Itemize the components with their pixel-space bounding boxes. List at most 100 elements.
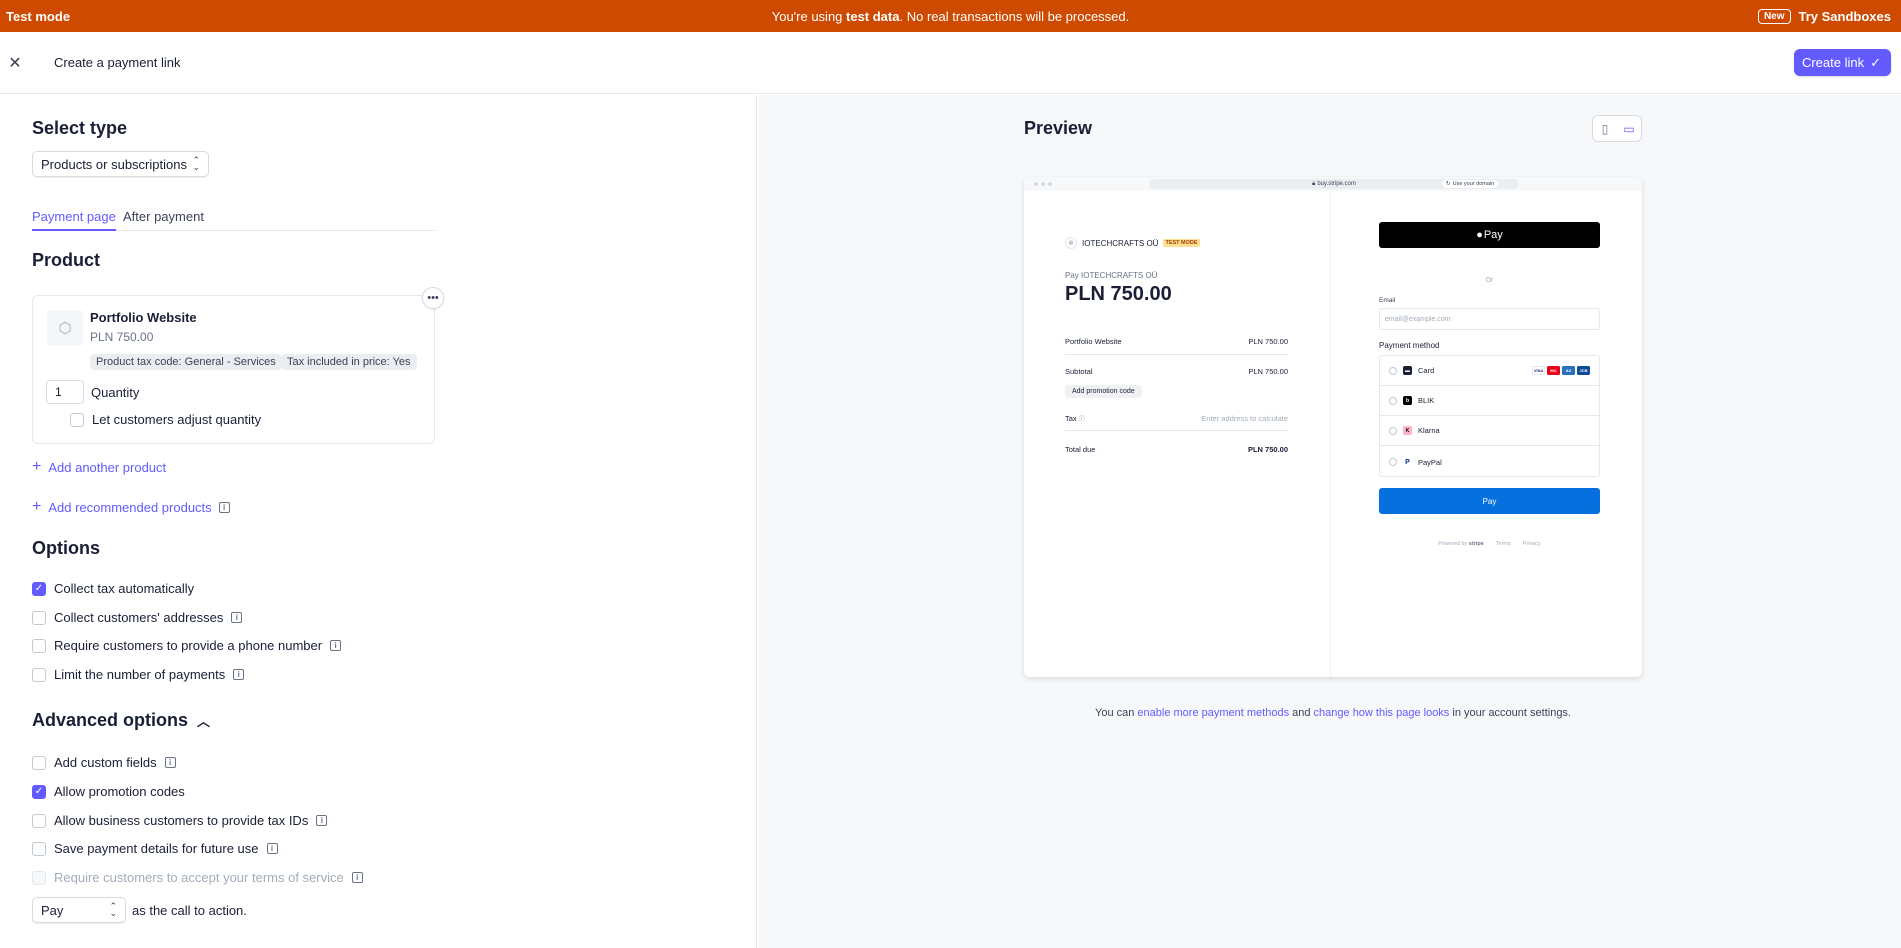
add-promotion-code-button[interactable]: Add promotion code — [1065, 385, 1142, 398]
option-custom-fields: Add custom fields i — [32, 755, 176, 770]
subtotal-value: PLN 750.00 — [1248, 367, 1288, 376]
payment-method-paypal[interactable]: P PayPal — [1380, 447, 1599, 477]
tab-after-payment[interactable]: After payment — [123, 209, 204, 229]
terms-link[interactable]: Terms — [1496, 541, 1511, 547]
subtotal-row: Subtotal PLN 750.00 — [1065, 367, 1288, 376]
new-badge: New — [1757, 8, 1791, 24]
limit-payments-checkbox[interactable] — [32, 667, 46, 682]
tab-payment-page[interactable]: Payment page — [32, 209, 116, 231]
settings-note: You can enable more payment methods and … — [1024, 707, 1642, 719]
checkout-payment: ● Pay Or Email email@example.com Payment… — [1332, 191, 1642, 677]
payment-method-blik[interactable]: b BLIK — [1380, 386, 1599, 416]
create-link-button[interactable]: Create link ✓ — [1793, 49, 1891, 76]
save-payment-details-checkbox[interactable] — [32, 841, 46, 856]
quantity-label: Quantity — [91, 385, 140, 400]
info-icon[interactable]: i — [233, 669, 245, 680]
use-domain-label: Use your domain — [1452, 181, 1495, 187]
divider — [1065, 430, 1288, 431]
tax-value: Enter address to calculate — [1201, 414, 1288, 423]
tax-row: Tax ⓘ Enter address to calculate — [1065, 414, 1288, 423]
powered-by-footer: Powered by stripe Terms Privacy — [1379, 541, 1600, 547]
info-icon[interactable]: i — [330, 640, 342, 651]
product-heading: Product — [32, 250, 101, 270]
test-mode-label: Test mode — [6, 8, 71, 24]
info-icon[interactable]: i — [266, 843, 278, 854]
collect-tax-checkbox[interactable]: ✓ — [32, 581, 46, 596]
banner-message-prefix: You're using — [771, 8, 847, 24]
email-label: Email — [1379, 297, 1396, 304]
chevron-up-icon: ︿ — [197, 714, 211, 729]
require-phone-checkbox[interactable] — [32, 638, 46, 653]
blik-radio[interactable] — [1389, 396, 1397, 405]
klarna-label: Klarna — [1418, 426, 1440, 435]
amex-icon: AX — [1562, 366, 1575, 375]
total-due-row: Total due PLN 750.00 — [1065, 445, 1288, 454]
close-icon[interactable]: ✕ — [4, 52, 26, 74]
checkmark-icon: ✓ — [1870, 54, 1881, 70]
try-sandboxes-link[interactable]: New Try Sandboxes — [1757, 8, 1891, 24]
checkout-summary: ▦ IOTECHCRAFTS OÜ TEST MODE Pay IOTECHCR… — [1024, 191, 1331, 677]
tax-ids-label: Allow business customers to provide tax … — [54, 813, 309, 828]
option-save-payment-details: Save payment details for future use i — [32, 841, 278, 856]
email-input[interactable]: email@example.com — [1379, 308, 1600, 330]
advanced-options-toggle[interactable]: Advanced options ︿ — [32, 710, 210, 731]
more-options-icon[interactable]: ••• — [422, 287, 444, 309]
apple-pay-button[interactable]: ● Pay — [1379, 222, 1600, 248]
promotion-codes-checkbox[interactable]: ✓ — [32, 784, 46, 799]
payment-method-list: ▬ Card VISA MC AX JCB b BLIK K Klarna P … — [1379, 355, 1600, 477]
enable-payment-methods-link[interactable]: enable more payment methods — [1137, 707, 1289, 719]
desktop-device-icon[interactable]: ▭ — [1617, 116, 1641, 141]
settings-note-prefix: You can — [1095, 707, 1138, 719]
powered-by-label: Powered by — [1438, 541, 1468, 547]
refresh-icon: ↻ — [1446, 181, 1451, 187]
tax-label: Tax — [1065, 414, 1077, 423]
quantity-input[interactable]: 1 — [46, 380, 84, 404]
visa-icon: VISA — [1532, 366, 1545, 375]
settings-note-middle: and — [1289, 707, 1314, 719]
collect-addresses-checkbox[interactable] — [32, 610, 46, 625]
change-page-look-link[interactable]: change how this page looks — [1314, 707, 1450, 719]
use-domain-button[interactable]: ↻ Use your domain — [1442, 180, 1499, 188]
payment-method-card[interactable]: ▬ Card VISA MC AX JCB — [1380, 356, 1599, 386]
option-require-phone: Require customers to provide a phone num… — [32, 638, 342, 653]
card-brand-logos: VISA MC AX JCB — [1532, 366, 1590, 375]
product-card: ⬡ Portfolio Website PLN 750.00 Product t… — [32, 287, 444, 444]
type-select-value: Products or subscriptions — [41, 156, 187, 172]
card-label: Card — [1418, 366, 1435, 375]
settings-panel: Select type Products or subscriptions ⌃ ⌄… — [0, 95, 757, 948]
mobile-device-icon[interactable]: ▯ — [1593, 116, 1617, 141]
privacy-link[interactable]: Privacy — [1523, 541, 1541, 547]
tax-ids-checkbox[interactable] — [32, 813, 46, 828]
info-icon[interactable]: i — [316, 815, 328, 826]
payment-method-klarna[interactable]: K Klarna — [1380, 416, 1599, 446]
plus-icon: + — [32, 458, 42, 475]
merchant-logo-icon: ▦ — [1065, 237, 1077, 249]
apple-pay-label: Pay — [1483, 229, 1503, 241]
option-collect-tax: ✓ Collect tax automatically — [32, 581, 194, 596]
apple-icon: ● — [1476, 229, 1483, 241]
card-radio[interactable] — [1389, 366, 1397, 375]
line-item-price: PLN 750.00 — [1248, 337, 1288, 346]
paypal-radio[interactable] — [1389, 458, 1397, 466]
select-type-heading: Select type — [32, 118, 128, 138]
info-icon[interactable]: i — [351, 872, 363, 883]
add-recommended-products-link[interactable]: + Add recommended products i — [32, 498, 230, 516]
device-toggle: ▯ ▭ — [1592, 115, 1642, 142]
test-mode-message: You're using test data. No real transact… — [0, 9, 1901, 24]
adjust-quantity-checkbox[interactable] — [70, 412, 84, 427]
call-to-action-select[interactable]: Pay ⌃ ⌄ — [32, 897, 126, 923]
custom-fields-checkbox[interactable] — [32, 755, 46, 770]
preview-title: Preview — [1024, 118, 1093, 138]
blik-label: BLIK — [1418, 396, 1435, 405]
call-to-action-suffix: as the call to action. — [132, 903, 247, 918]
pay-button[interactable]: Pay — [1379, 488, 1600, 514]
subtotal-label: Subtotal — [1065, 367, 1093, 376]
info-icon[interactable]: i — [231, 612, 243, 623]
klarna-radio[interactable] — [1389, 426, 1397, 435]
info-icon[interactable]: i — [218, 501, 230, 513]
type-select[interactable]: Products or subscriptions ⌃ ⌄ — [32, 151, 209, 177]
option-tax-ids: Allow business customers to provide tax … — [32, 813, 328, 828]
add-another-product-link[interactable]: + Add another product — [32, 458, 166, 476]
info-icon[interactable]: i — [164, 757, 176, 768]
terms-of-service-checkbox — [32, 870, 46, 885]
